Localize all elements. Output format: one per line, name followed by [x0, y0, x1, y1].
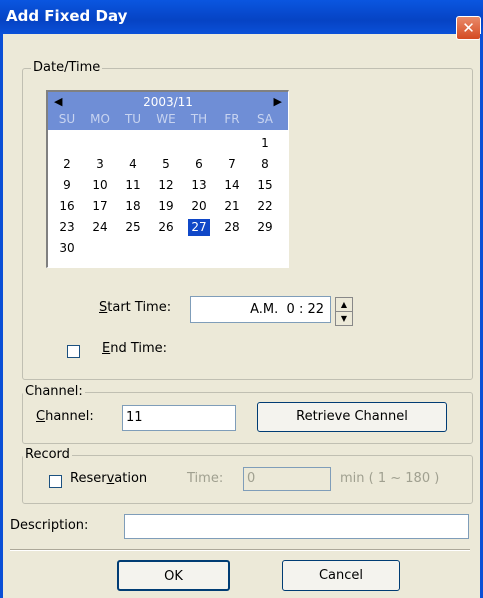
reservation-time-input: 0	[243, 467, 331, 491]
weekday-label: WE	[156, 112, 176, 126]
window-border-left	[0, 34, 3, 598]
calendar-day[interactable]: 5	[155, 156, 177, 173]
start-time-value: A.M. 0 : 22	[250, 302, 324, 317]
calendar-day[interactable]: 24	[89, 219, 111, 236]
close-icon[interactable]: ✕	[456, 16, 481, 40]
calendar-day[interactable]: 18	[122, 198, 144, 215]
calendar-day[interactable]: 28	[221, 219, 243, 236]
next-month-icon[interactable]: ▶	[274, 95, 282, 108]
calendar-day[interactable]: 19	[155, 198, 177, 215]
calendar-day[interactable]: 22	[254, 198, 276, 215]
window-title: Add Fixed Day	[6, 7, 128, 25]
calendar-day[interactable]: 1	[254, 135, 276, 152]
calendar-day[interactable]: 10	[89, 177, 111, 194]
calendar-day[interactable]: 16	[56, 198, 78, 215]
calendar-day[interactable]: 14	[221, 177, 243, 194]
reservation-label: Reservation	[70, 471, 148, 486]
channel-label: Channel:	[36, 409, 94, 424]
weekday-label: SA	[256, 112, 274, 126]
channel-legend: Channel:	[23, 384, 85, 399]
spin-up-icon[interactable]: ▲	[336, 298, 352, 312]
calendar-day[interactable]: 15	[254, 177, 276, 194]
calendar-day[interactable]: 23	[56, 219, 78, 236]
calendar-header: ◀ 2003/11 ▶ SU MO TU WE TH FR SA	[48, 92, 288, 130]
channel-input[interactable]: 11	[122, 405, 236, 431]
calendar-day[interactable]: 6	[188, 156, 210, 173]
calendar-day[interactable]: 17	[89, 198, 111, 215]
end-time-checkbox[interactable]	[67, 345, 80, 358]
calendar-day[interactable]: 13	[188, 177, 210, 194]
calendar-day[interactable]: 25	[122, 219, 144, 236]
weekday-label: FR	[224, 112, 240, 126]
title-bar[interactable]: Add Fixed Day ✕	[0, 0, 483, 40]
retrieve-channel-button[interactable]: Retrieve Channel	[257, 402, 447, 432]
calendar-day[interactable]: 30	[56, 240, 78, 257]
description-label: Description:	[10, 518, 89, 533]
datetime-legend: Date/Time	[31, 60, 103, 75]
time-range-hint: min ( 1 ~ 180 )	[340, 471, 440, 486]
calendar-day[interactable]: 4	[122, 156, 144, 173]
calendar-day[interactable]: 21	[221, 198, 243, 215]
cancel-button[interactable]: Cancel	[282, 560, 400, 591]
weekday-label: TU	[124, 112, 142, 126]
record-legend: Record	[23, 447, 72, 462]
calendar-day[interactable]: 29	[254, 219, 276, 236]
calendar-day[interactable]: 8	[254, 156, 276, 173]
reservation-time-value: 0	[247, 471, 256, 486]
reservation-checkbox[interactable]	[49, 475, 62, 488]
calendar-day[interactable]: 12	[155, 177, 177, 194]
channel-value: 11	[126, 410, 143, 425]
calendar-day[interactable]: 7	[221, 156, 243, 173]
start-time-spinner[interactable]: ▲ ▼	[335, 297, 353, 326]
spin-down-icon[interactable]: ▼	[336, 312, 352, 325]
description-input[interactable]	[124, 514, 469, 539]
time-label: Time:	[187, 471, 224, 486]
button-separator	[10, 549, 470, 551]
start-time-label: Start Time:	[99, 300, 172, 315]
weekday-label: SU	[58, 112, 76, 126]
start-time-field[interactable]: A.M. 0 : 22	[190, 296, 331, 323]
calendar-day[interactable]: 2	[56, 156, 78, 173]
calendar-day[interactable]: 9	[56, 177, 78, 194]
calendar-month-label: 2003/11	[143, 95, 193, 109]
end-time-label: End Time:	[102, 341, 168, 356]
calendar-day[interactable]: 11	[122, 177, 144, 194]
calendar-day[interactable]: 20	[188, 198, 210, 215]
weekday-label: MO	[90, 112, 110, 126]
weekday-label: TH	[190, 112, 208, 126]
calendar-day[interactable]: 3	[89, 156, 111, 173]
ok-button[interactable]: OK	[117, 560, 230, 591]
calendar-day[interactable]: 26	[155, 219, 177, 236]
month-calendar[interactable]: ◀ 2003/11 ▶ SU MO TU WE TH FR SA 1 2 3 4 5 6 7 8 9 10 11…	[46, 90, 289, 268]
calendar-day[interactable]: 27	[188, 219, 210, 236]
